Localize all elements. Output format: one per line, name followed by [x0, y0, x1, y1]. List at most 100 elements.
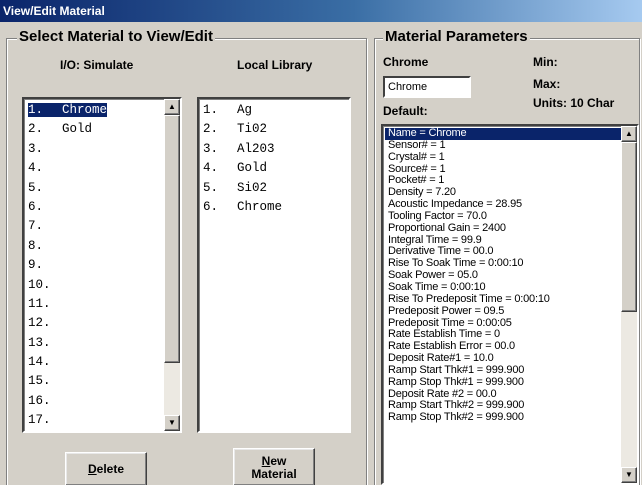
parameter-row[interactable]: Rise To Predeposit Time = 0:00:10 — [385, 293, 621, 306]
list-item[interactable]: 3. — [26, 140, 107, 159]
list-item[interactable]: 15. — [26, 372, 107, 391]
list-item[interactable]: 9. — [26, 256, 107, 275]
list-item-text: 9. — [28, 258, 62, 272]
list-item-text: 14. — [28, 355, 62, 369]
title-bar: View/Edit Material — [0, 0, 642, 22]
list-item-text: 5. Si02 — [203, 181, 267, 195]
list-item[interactable]: 1. Ag — [201, 101, 282, 120]
list-item[interactable]: 17. — [26, 411, 107, 430]
new-label-line2: Material — [251, 467, 297, 481]
list-item-text: 2. Gold — [28, 122, 92, 136]
list-item-name: Ag — [237, 103, 253, 117]
list-item[interactable]: 2. Ti02 — [201, 120, 282, 139]
io-material-list: 1. Chrome 2. Gold 3. 4. 5. 6. 7. 8. 9. 10. 11. 12. 13.… — [26, 101, 109, 431]
list-item-number: 6. — [28, 199, 44, 214]
parameter-row[interactable]: Crystal# = 1 — [385, 151, 621, 164]
list-item-number: 15. — [28, 374, 51, 389]
list-item[interactable]: 1. Chrome — [26, 101, 109, 120]
list-item[interactable]: 5. Si02 — [201, 179, 282, 198]
list-item[interactable]: 10. — [26, 276, 107, 295]
delete-label-accelerator: D — [87, 462, 97, 476]
material-parameters-listbox[interactable]: Name = Chrome Sensor# = 1 Crystal# = 1 Sour… — [381, 124, 639, 485]
list-item[interactable]: 6. — [26, 198, 107, 217]
list-item-number: 5. — [28, 180, 44, 195]
list-item-number: 14. — [28, 355, 51, 370]
local-library-listbox[interactable]: 1. Ag 2. Ti02 3. Al203 4. Gold 5. Si02 6. Chrome — [197, 97, 351, 433]
list-item-number: 1. — [28, 103, 44, 117]
list-item-number: 3. — [28, 141, 44, 156]
list-item-name: Gold — [237, 161, 268, 176]
list-item-number: 5. — [203, 180, 219, 195]
list-item-name: Si02 — [237, 180, 268, 195]
list-item-number: 2. — [28, 122, 44, 137]
parameter-row[interactable]: Proportional Gain = 2400 — [385, 222, 621, 235]
list-item-number: 12. — [28, 316, 51, 331]
io-material-listbox[interactable]: 1. Chrome 2. Gold 3. 4. 5. 6. 7. 8. 9. 10. 11. 12. 13.… — [22, 97, 182, 433]
list-item[interactable]: 16. — [26, 392, 107, 411]
list-item[interactable]: 7. — [26, 217, 107, 236]
scroll-down-arrow-icon[interactable]: ▼ — [164, 415, 180, 431]
io-list-scrollbar[interactable]: ▲ ▼ — [164, 99, 180, 431]
list-item-number: 17. — [28, 413, 51, 428]
parameter-row[interactable]: Sensor# = 1 — [385, 139, 621, 152]
list-item[interactable]: 13. — [26, 334, 107, 353]
list-item[interactable]: 4. Gold — [201, 159, 282, 178]
params-list-scroll-thumb[interactable] — [621, 142, 637, 312]
list-item-text: 11. — [28, 297, 62, 311]
list-item-text: 17. — [28, 413, 62, 427]
units-label: Units: 10 Char — [533, 96, 615, 110]
new-material-button[interactable]: New Material — [233, 448, 315, 485]
list-item-number: 9. — [28, 258, 44, 273]
default-label: Default: — [383, 104, 428, 118]
list-item-text: 6. — [28, 200, 62, 214]
scroll-down-arrow-icon[interactable]: ▼ — [621, 467, 637, 483]
list-item-text: 3. — [28, 142, 62, 156]
list-item-text: 8. — [28, 239, 62, 253]
list-item[interactable]: 3. Al203 — [201, 140, 282, 159]
parameter-row[interactable]: Predeposit Power = 09.5 — [385, 305, 621, 318]
parameter-row[interactable]: Tooling Factor = 70.0 — [385, 210, 621, 223]
list-item-text: 7. — [28, 219, 62, 233]
list-item[interactable]: 5. — [26, 179, 107, 198]
material-parameters-list: Name = Chrome Sensor# = 1 Crystal# = 1 Sour… — [385, 127, 621, 424]
list-item-number: 6. — [203, 199, 219, 214]
param-field-label: Chrome — [383, 55, 429, 69]
list-item-number: 2. — [203, 122, 219, 137]
list-item[interactable]: 4. — [26, 159, 107, 178]
list-item-number: 1. — [203, 103, 219, 117]
scroll-up-arrow-icon[interactable]: ▲ — [164, 99, 180, 115]
list-item-number: 10. — [28, 277, 51, 292]
parameter-row[interactable]: Ramp Stop Thk#1 = 999.900 — [385, 376, 621, 389]
new-label: ew — [270, 454, 287, 468]
list-item-number: 4. — [203, 161, 219, 176]
max-label: Max: — [533, 77, 561, 91]
list-item[interactable]: 6. Chrome — [201, 198, 282, 217]
list-item[interactable]: 14. — [26, 353, 107, 372]
list-item-number: 8. — [28, 238, 44, 253]
list-item-text: 16. — [28, 394, 62, 408]
parameter-row[interactable]: Ramp Start Thk#1 = 999.900 — [385, 364, 621, 377]
scroll-up-arrow-icon[interactable]: ▲ — [621, 126, 637, 142]
list-item-name: Gold — [62, 122, 93, 137]
list-item-number: 13. — [28, 335, 51, 350]
params-list-scrollbar[interactable]: ▲ ▼ — [621, 126, 637, 483]
list-item[interactable]: 12. — [26, 314, 107, 333]
list-item-text: 1. Ag — [203, 103, 252, 117]
list-item-number: 4. — [28, 161, 44, 176]
list-item-text: 1. Chrome — [26, 102, 109, 118]
list-item[interactable]: 2. Gold — [26, 120, 107, 139]
list-item-text: 2. Ti02 — [203, 122, 267, 136]
list-item[interactable]: 8. — [26, 237, 107, 256]
list-item-name: Chrome — [237, 199, 283, 214]
io-list-scroll-thumb[interactable] — [164, 115, 180, 363]
delete-button[interactable]: Delete — [65, 452, 147, 485]
list-item-text: 13. — [28, 336, 62, 350]
list-item-text: 4. Gold — [203, 161, 267, 175]
list-item[interactable]: 11. — [26, 295, 107, 314]
list-item-number: 7. — [28, 219, 44, 234]
parameter-row[interactable]: Ramp Stop Thk#2 = 999.900 — [385, 411, 621, 424]
param-value-input[interactable]: Chrome — [383, 76, 471, 98]
list-item-number: 16. — [28, 393, 51, 408]
list-item-number: 11. — [28, 296, 51, 311]
local-library-list: 1. Ag 2. Ti02 3. Al203 4. Gold 5. Si02 6. Chrome — [201, 101, 282, 217]
